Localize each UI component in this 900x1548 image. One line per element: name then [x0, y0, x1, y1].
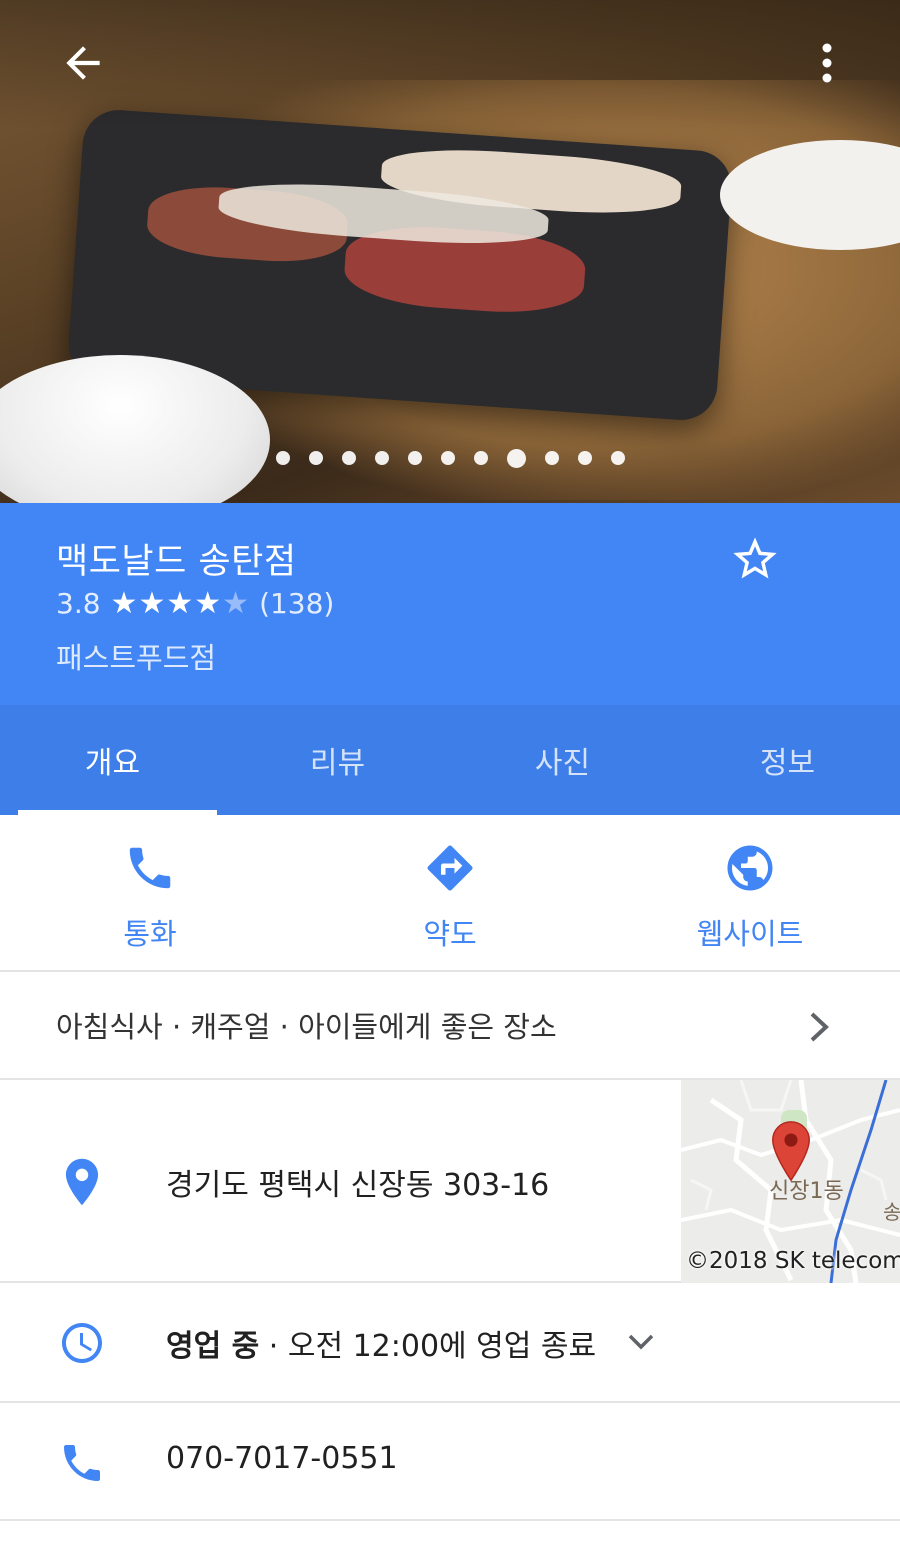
map-thumbnail[interactable]: 신장1동 송 ©2018 SK telecom: [681, 1080, 900, 1283]
star-filled-icon: ★: [166, 585, 194, 621]
phone-icon: [129, 847, 171, 889]
action-buttons: 통화 약도 웹사이트: [0, 815, 900, 972]
call-button[interactable]: 통화: [0, 815, 300, 970]
call-label: 통화: [123, 917, 177, 951]
phone-icon: [64, 1445, 100, 1481]
pager-dot[interactable]: [506, 448, 526, 468]
directions-button[interactable]: 약도: [300, 815, 600, 970]
star-filled-icon: ★: [138, 585, 166, 621]
place-name: 맥도날드 송탄점: [56, 542, 297, 582]
tab-overview[interactable]: 개요: [0, 705, 225, 815]
hours-detail: · 오전 12:00에 영업 종료: [259, 1329, 597, 1364]
rating-stars: ★ ★ ★ ★ ★: [110, 585, 250, 621]
hours-row[interactable]: 영업 중 · 오전 12:00에 영업 종료: [0, 1283, 900, 1403]
more-vert-icon: [822, 43, 832, 83]
tab-photos[interactable]: 사진: [450, 705, 675, 815]
photo-shade: [0, 0, 900, 130]
arrow-back-icon: [66, 46, 100, 80]
map-district-label-2: 송: [883, 1200, 900, 1224]
star-filled-icon: ★: [194, 585, 222, 621]
back-button[interactable]: [58, 38, 108, 88]
more-options-button[interactable]: [810, 40, 844, 86]
pager-dot[interactable]: [374, 451, 389, 465]
hours-text: 영업 중 · 오전 12:00에 영업 종료: [166, 1321, 596, 1365]
pager-dot[interactable]: [341, 451, 356, 465]
attributes-text: 아침식사 · 캐주얼 · 아이들에게 좋은 장소: [56, 1010, 557, 1044]
hours-status: 영업 중: [166, 1329, 260, 1364]
save-button[interactable]: [729, 533, 781, 585]
phone-number: 070-7017-0551: [166, 1441, 398, 1476]
chevron-right-icon: [810, 1012, 829, 1042]
pager-dot[interactable]: [610, 451, 625, 465]
pager-dot[interactable]: [473, 451, 488, 465]
directions-label: 약도: [423, 917, 477, 951]
address-text: 경기도 평택시 신장동 303-16: [166, 1168, 550, 1203]
pager-dot[interactable]: [440, 451, 455, 465]
map-copyright: ©2018 SK telecom: [686, 1248, 900, 1274]
rating-value: 3.8: [56, 587, 101, 620]
place-header: 맥도날드 송탄점 3.8 ★ ★ ★ ★ ★ (138) 패스트푸드점: [0, 503, 900, 705]
pager-dot[interactable]: [577, 451, 592, 465]
directions-icon: [427, 845, 473, 891]
rating-row[interactable]: 3.8 ★ ★ ★ ★ ★ (138): [56, 587, 334, 620]
tab-info[interactable]: 정보: [675, 705, 900, 815]
tab-reviews[interactable]: 리뷰: [225, 705, 450, 815]
address-row[interactable]: 경기도 평택시 신장동 303-16 신장1동 송 ©2018 SK telec…: [0, 1080, 900, 1283]
chevron-down-icon[interactable]: [626, 1331, 656, 1353]
clock-icon: [62, 1323, 102, 1363]
pager-dot[interactable]: [308, 451, 323, 465]
map-marker-icon: [772, 1121, 810, 1182]
location-pin-icon: [65, 1158, 99, 1206]
star-outline-icon: [733, 537, 777, 579]
website-button[interactable]: 웹사이트: [600, 815, 900, 970]
hero-photo[interactable]: [0, 0, 900, 503]
review-count: (138): [259, 587, 335, 620]
globe-icon: [727, 845, 773, 891]
pager-dot[interactable]: [544, 451, 559, 465]
star-empty-icon: ★: [222, 585, 250, 621]
photo-pager[interactable]: [0, 448, 900, 468]
pager-dot[interactable]: [275, 451, 290, 465]
phone-row[interactable]: 070-7017-0551: [0, 1403, 900, 1521]
pager-dot[interactable]: [407, 451, 422, 465]
place-category: 패스트푸드점: [56, 641, 217, 675]
tab-bar: 개요 리뷰 사진 정보: [0, 705, 900, 815]
website-label: 웹사이트: [696, 917, 804, 951]
star-filled-icon: ★: [110, 585, 138, 621]
attributes-row[interactable]: 아침식사 · 캐주얼 · 아이들에게 좋은 장소: [0, 972, 900, 1080]
